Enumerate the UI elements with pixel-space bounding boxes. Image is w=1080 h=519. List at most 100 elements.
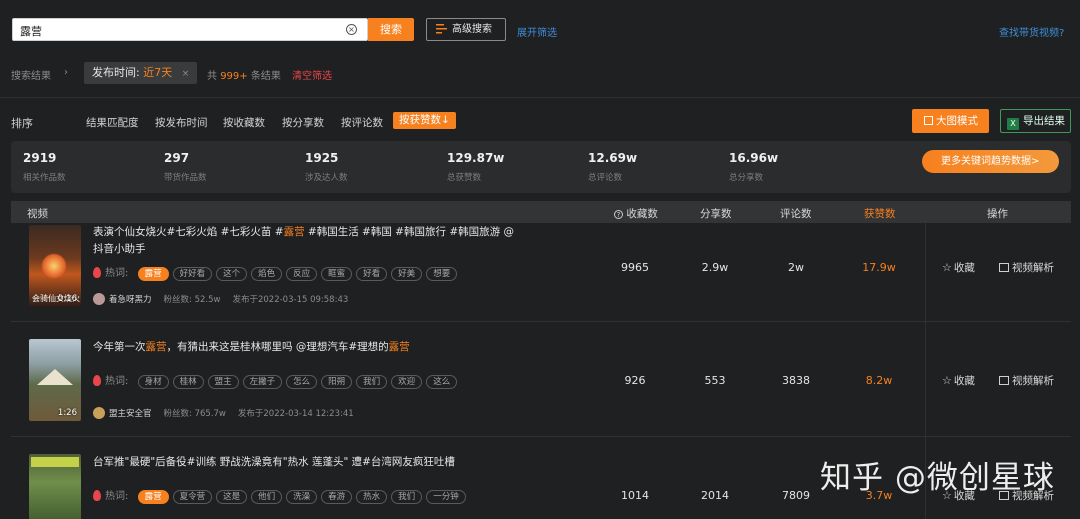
table-row: 1:26 今年第一次露营，有猜出来这是桂林哪里吗 @理想汽车#理想的露营 热词:… [11,322,1071,436]
advanced-search-button[interactable]: 高级搜索 [426,18,506,41]
breadcrumb: 搜索结果 [11,71,51,82]
filter-chip-value: 近7天 [143,66,173,79]
collect-button[interactable]: ☆ 收藏 [942,260,975,275]
stat-label: 总评论数 [588,173,623,183]
keyword-tag[interactable]: 春游 [321,490,353,504]
video-thumbnail[interactable] [29,454,81,519]
keyword-tag[interactable]: 身材 [137,375,169,389]
th-comment[interactable]: 评论数 [780,206,812,221]
stat-value: 12.69w [588,151,638,165]
find-goods-video-link[interactable]: 查找带货视频? [999,24,1064,39]
like-count: 17.9w [862,261,896,274]
stat-goods-works: 297 带货作品数 [164,151,207,183]
title-text: 表演个仙女烧火#七彩火焰 #七彩火苗 # [93,226,284,238]
keyword-tag[interactable]: 一分钟 [426,490,466,504]
sort-label: 排序 [11,117,33,130]
th-collect-label: 收藏数 [626,208,658,220]
stat-value: 129.87w [447,151,505,165]
chip-close-icon[interactable]: × [182,69,190,79]
keyword-tag[interactable]: 想要 [426,267,458,281]
clear-search-icon[interactable]: × [346,24,357,35]
video-title[interactable]: 表演个仙女烧火#七彩火焰 #七彩火苗 #露营 #韩国生活 #韩国 #韩国旅行 #… [93,224,523,258]
big-image-mode-button[interactable]: 大图模式 [912,109,989,133]
keyword-tag[interactable]: 我们 [356,375,388,389]
grid-icon [924,116,933,125]
filter-chip-publish-time[interactable]: 发布时间: 近7天 × [84,62,198,84]
like-count: 8.2w [865,374,893,387]
share-count: 553 [704,374,726,387]
author-info: 着急呀黑力 粉丝数: 52.5w 发布于2022-03-15 09:58:43 [93,293,348,305]
avatar[interactable] [93,407,105,419]
keyword-tag[interactable]: 好美 [391,267,423,281]
star-icon: ☆ [942,374,952,387]
video-thumbnail[interactable]: 1:26 [29,339,81,421]
fire-icon [93,490,101,501]
sort-like-label: 按获赞数 [399,114,441,126]
author-name[interactable]: 着急呀黑力 [109,295,152,305]
th-collect[interactable]: ? 收藏数 [614,206,658,221]
keyword-tag[interactable]: 这个 [216,267,248,281]
collect-button[interactable]: ☆ 收藏 [942,373,975,388]
keyword-tag[interactable]: 眶蜜 [321,267,353,281]
stat-value: 297 [164,151,190,165]
fans-count: 765.7w [194,409,226,419]
result-count: 共 999+ 条结果 [207,67,281,82]
image-icon [999,376,1009,385]
keyword-tag[interactable]: 左撇子 [242,375,283,389]
video-title[interactable]: 今年第一次露营，有猜出来这是桂林哪里吗 @理想汽车#理想的露营 [93,339,523,356]
search-button[interactable]: 搜索 [368,18,414,41]
keyword-tag[interactable]: 露营 [137,267,169,281]
title-text: 今年第一次 [93,341,146,353]
clear-filter-link[interactable]: 清空筛选 [292,67,332,82]
keyword-tag[interactable]: 反应 [286,267,318,281]
keyword-tag[interactable]: 阳朔 [321,375,353,389]
video-thumbnail[interactable]: 会骑仙女烧火 0:16 [29,225,81,307]
keyword-tag[interactable]: 我们 [391,490,423,504]
keyword-tag[interactable]: 这么 [426,375,458,389]
video-parse-button[interactable]: 视频解析 [999,373,1054,388]
keyword-tag[interactable]: 洗澡 [286,490,318,504]
avatar[interactable] [93,293,105,305]
keyword-tag[interactable]: 他们 [251,490,283,504]
export-results-button[interactable]: X 导出结果 [1000,109,1071,133]
sort-share[interactable]: 按分享数 [282,115,324,130]
keyword-tag[interactable]: 桂林 [172,375,204,389]
stat-value: 16.96w [729,151,779,165]
keyword-tag[interactable]: 好看 [356,267,388,281]
search-input[interactable]: 露营 × [12,18,368,41]
keyword-trend-button[interactable]: 更多关键词趋势数据> [922,150,1059,173]
sort-collect[interactable]: 按收藏数 [223,115,265,130]
divider [0,97,1080,98]
sort-comment[interactable]: 按评论数 [341,115,383,130]
title-text: ，有猜出来这是桂林哪里吗 @理想汽车#理想的 [166,341,389,353]
video-parse-label: 视频解析 [1012,375,1054,387]
fans-count: 52.5w [194,295,221,305]
sort-like-active[interactable]: 按获赞数↓ [393,112,456,129]
video-parse-button[interactable]: 视频解析 [999,260,1054,275]
stat-value: 1925 [305,151,339,165]
keyword-tag[interactable]: 夏令营 [172,490,213,504]
filter-chip-label: 发布时间: [92,66,140,79]
keyword-tag[interactable]: 焰色 [251,267,283,281]
keyword-tag[interactable]: 热水 [356,490,388,504]
keyword-tag[interactable]: 欢迎 [391,375,423,389]
keyword-tag[interactable]: 好好看 [172,267,213,281]
author-name[interactable]: 盟主安全官 [109,409,152,419]
th-share[interactable]: 分享数 [700,206,732,221]
author-info: 盟主安全官 粉丝数: 765.7w 发布于2022-03-14 12:23:41 [93,407,354,419]
th-like[interactable]: 获赞数 [864,206,896,221]
sort-publish-time[interactable]: 按发布时间 [155,115,208,130]
hot-words: 热词: 露营 好好看 这个 焰色 反应 眶蜜 好看 好美 想要 [93,264,461,281]
stat-label: 相关作品数 [23,173,66,183]
keyword-tag[interactable]: 盟主 [207,375,239,389]
keyword-tag[interactable]: 露营 [137,490,169,504]
comment-count: 3838 [782,374,810,387]
sort-relevance[interactable]: 结果匹配度 [86,115,139,130]
video-title[interactable]: 台军推"最硬"后备役#训练 野战洗澡竟有"热水 莲蓬头" 遭#台湾网友疯狂吐槽 [93,454,523,471]
keyword-tag[interactable]: 这是 [216,490,248,504]
export-label: 导出结果 [1023,115,1065,127]
expand-filter-link[interactable]: 展开筛选 [517,24,557,39]
keyword-tag[interactable]: 怎么 [286,375,318,389]
stat-label: 涉及达人数 [305,173,348,183]
share-count: 2.9w [701,261,729,274]
